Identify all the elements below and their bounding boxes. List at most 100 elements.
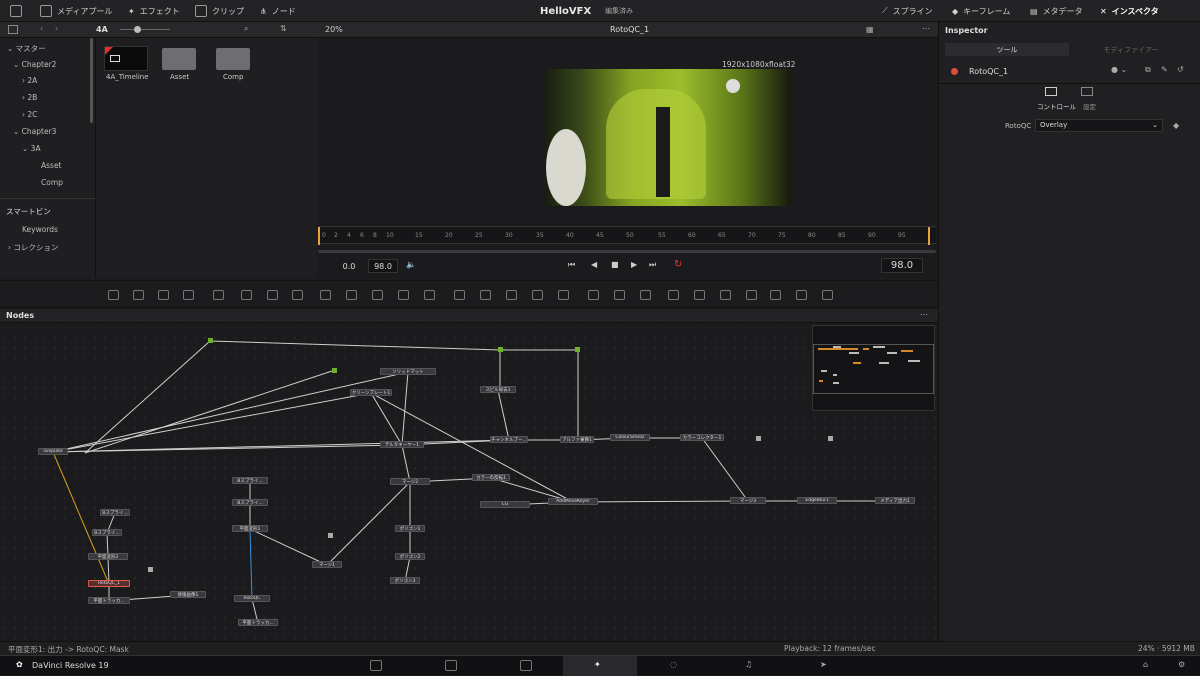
blur-tool-icon[interactable] xyxy=(267,290,278,300)
play-reverse-icon[interactable]: ◀ xyxy=(591,260,597,269)
background-tool-icon[interactable] xyxy=(108,290,119,300)
minimap-viewport[interactable] xyxy=(813,344,934,394)
viewer-image[interactable] xyxy=(546,69,791,206)
keyframes-button[interactable]: ◆ キーフレーム xyxy=(952,0,1010,22)
pipe-router[interactable] xyxy=(828,436,833,441)
node-bs2[interactable]: Bスプライ... xyxy=(232,499,268,506)
tree-item-master[interactable]: ⌄ マスター xyxy=(7,43,46,54)
workspace-menu-button[interactable] xyxy=(10,0,22,22)
pipe-router[interactable] xyxy=(575,347,580,352)
smoother-tool-icon[interactable] xyxy=(640,290,651,300)
grid-icon[interactable]: ▦ xyxy=(866,25,874,34)
play-icon[interactable]: ▶ xyxy=(631,260,637,269)
tree-item-3a[interactable]: ⌄ 3A xyxy=(22,144,41,153)
loop-icon[interactable]: ↻ xyxy=(674,259,682,270)
transform-tool-icon[interactable] xyxy=(398,290,409,300)
tree-item-2a[interactable]: › 2A xyxy=(22,76,37,85)
playhead-start[interactable] xyxy=(318,227,320,245)
smart-bin-collections[interactable]: › コレクション xyxy=(8,242,58,253)
sub-tab-controls[interactable]: コントロール xyxy=(1037,101,1076,111)
tab-tools[interactable]: ツール xyxy=(945,43,1069,56)
rectangle-tool-icon[interactable] xyxy=(454,290,465,300)
paint-tool-icon[interactable] xyxy=(133,290,144,300)
timeline-ruler[interactable]: 0 2 4 6 8 10 15 20 25 30 35 40 45 50 55 60 65 70 75 80 85 90 9… xyxy=(318,226,936,245)
effects-button[interactable]: ✦ エフェクト xyxy=(128,0,180,22)
node-plane2[interactable]: 平面変形2 xyxy=(88,553,128,560)
sort-icon[interactable]: ⇅ xyxy=(280,24,287,33)
search-icon[interactable]: ⌕ xyxy=(244,24,248,34)
camera3d-tool-icon[interactable] xyxy=(746,290,757,300)
home-icon[interactable]: ⌂ xyxy=(1143,660,1148,669)
bitmap-mask-tool-icon[interactable] xyxy=(558,290,569,300)
polygon-tool-icon[interactable] xyxy=(506,290,517,300)
node-spill[interactable]: スピル除去1 xyxy=(480,386,516,393)
node-bs4[interactable]: Bスプライ... xyxy=(92,529,122,536)
controls-icon[interactable] xyxy=(1045,87,1057,96)
node-cg[interactable]: CG xyxy=(480,501,530,508)
playhead[interactable] xyxy=(928,227,930,245)
tab-modifiers[interactable]: モディファイアー xyxy=(1069,43,1193,56)
deliver-page-icon[interactable]: ➤ xyxy=(820,660,827,669)
tree-item-chapter3[interactable]: ⌄ Chapter3 xyxy=(13,127,56,136)
tree-item-asset[interactable]: Asset xyxy=(41,161,62,170)
text-tool-icon[interactable] xyxy=(158,290,169,300)
pin-icon[interactable]: ✎ xyxy=(1161,65,1168,74)
pipe-router[interactable] xyxy=(756,436,761,441)
light3d-tool-icon[interactable] xyxy=(720,290,731,300)
out-point-field[interactable]: 98.0 xyxy=(368,259,398,273)
settings-icon[interactable] xyxy=(1081,87,1093,96)
go-end-icon[interactable]: ⏭ xyxy=(649,260,656,270)
go-start-icon[interactable]: ⏮ xyxy=(568,260,575,270)
bitmap-tool-icon[interactable] xyxy=(241,290,252,300)
crop-tool-icon[interactable] xyxy=(372,290,383,300)
node-solid[interactable]: ソリッドマット xyxy=(380,368,436,375)
node-bs3[interactable]: Bスプライ... xyxy=(100,509,130,516)
tree-item-comp[interactable]: Comp xyxy=(41,178,63,187)
node-mediaout[interactable]: メディア出力1 xyxy=(875,497,915,504)
spline-button[interactable]: ⟋ スプライン xyxy=(882,0,933,22)
folder-icon[interactable] xyxy=(162,48,196,70)
keyframe-icon[interactable]: ◆ xyxy=(1173,121,1179,130)
node-edge[interactable]: EdgeBlur1 xyxy=(797,497,837,504)
channels-tool-icon[interactable] xyxy=(346,290,357,300)
pipe-router[interactable] xyxy=(148,567,153,572)
smart-bin-keywords[interactable]: Keywords xyxy=(22,225,58,234)
node-liveplate[interactable]: liveplate xyxy=(38,448,68,455)
node-addmove[interactable]: AddMoveKeyer xyxy=(548,498,598,505)
sub-tab-settings[interactable]: 設定 xyxy=(1083,101,1096,111)
forward-icon[interactable]: › xyxy=(55,24,58,33)
node-delta[interactable]: デルタキーヤー1 xyxy=(380,441,424,448)
param-dropdown[interactable]: Overlay ⌄ xyxy=(1035,119,1163,132)
node-minimap[interactable] xyxy=(812,325,935,411)
zoom-select[interactable]: 20% xyxy=(325,25,343,34)
node-rotoqc[interactable]: RotoQC xyxy=(234,595,270,602)
ellipse-tool-icon[interactable] xyxy=(480,290,491,300)
scrub-bar[interactable] xyxy=(318,250,936,253)
cut-page-icon[interactable] xyxy=(445,660,457,671)
clips-button[interactable]: クリップ xyxy=(195,0,244,22)
tree-scrollbar[interactable] xyxy=(90,38,93,123)
sphere-tool-icon[interactable] xyxy=(822,290,833,300)
node-poly1[interactable]: ポリゴン1 xyxy=(395,525,425,532)
version-icon[interactable]: ● ⌄ xyxy=(1111,65,1127,74)
node-rotoqc1[interactable]: RotoQC_1 xyxy=(88,580,130,587)
pipe-router[interactable] xyxy=(332,368,337,373)
node-plane1[interactable]: 平面変形1 xyxy=(232,525,268,532)
in-point-field[interactable]: 0.0 xyxy=(334,259,364,273)
copy-icon[interactable]: ⧉ xyxy=(1145,65,1151,75)
node-planetrack2[interactable]: 平面トラッカ... xyxy=(238,619,278,626)
fairlight-page-icon[interactable]: ♫ xyxy=(745,660,752,669)
back-icon[interactable]: ‹ xyxy=(40,24,43,33)
node-inv1[interactable]: 修復画像1 xyxy=(170,591,206,598)
planar-tool-icon[interactable] xyxy=(614,290,625,300)
pipe-router[interactable] xyxy=(208,338,213,343)
inspector-button[interactable]: ✕ インスペクタ xyxy=(1100,0,1159,22)
pipe-router[interactable] xyxy=(328,533,333,538)
edit-page-icon[interactable] xyxy=(520,660,532,671)
node-editor[interactable]: liveplate ソリッドマット クリーンプレート1 デルタキーヤー1 スピル除去1 チ… xyxy=(0,323,938,641)
shape3d-tool-icon[interactable] xyxy=(668,290,679,300)
node-poly2[interactable]: ポリゴン2 xyxy=(395,553,425,560)
renderer3d-tool-icon[interactable] xyxy=(770,290,781,300)
particles-tool-icon[interactable] xyxy=(213,290,224,300)
panel-toggle-icon[interactable] xyxy=(8,25,18,34)
